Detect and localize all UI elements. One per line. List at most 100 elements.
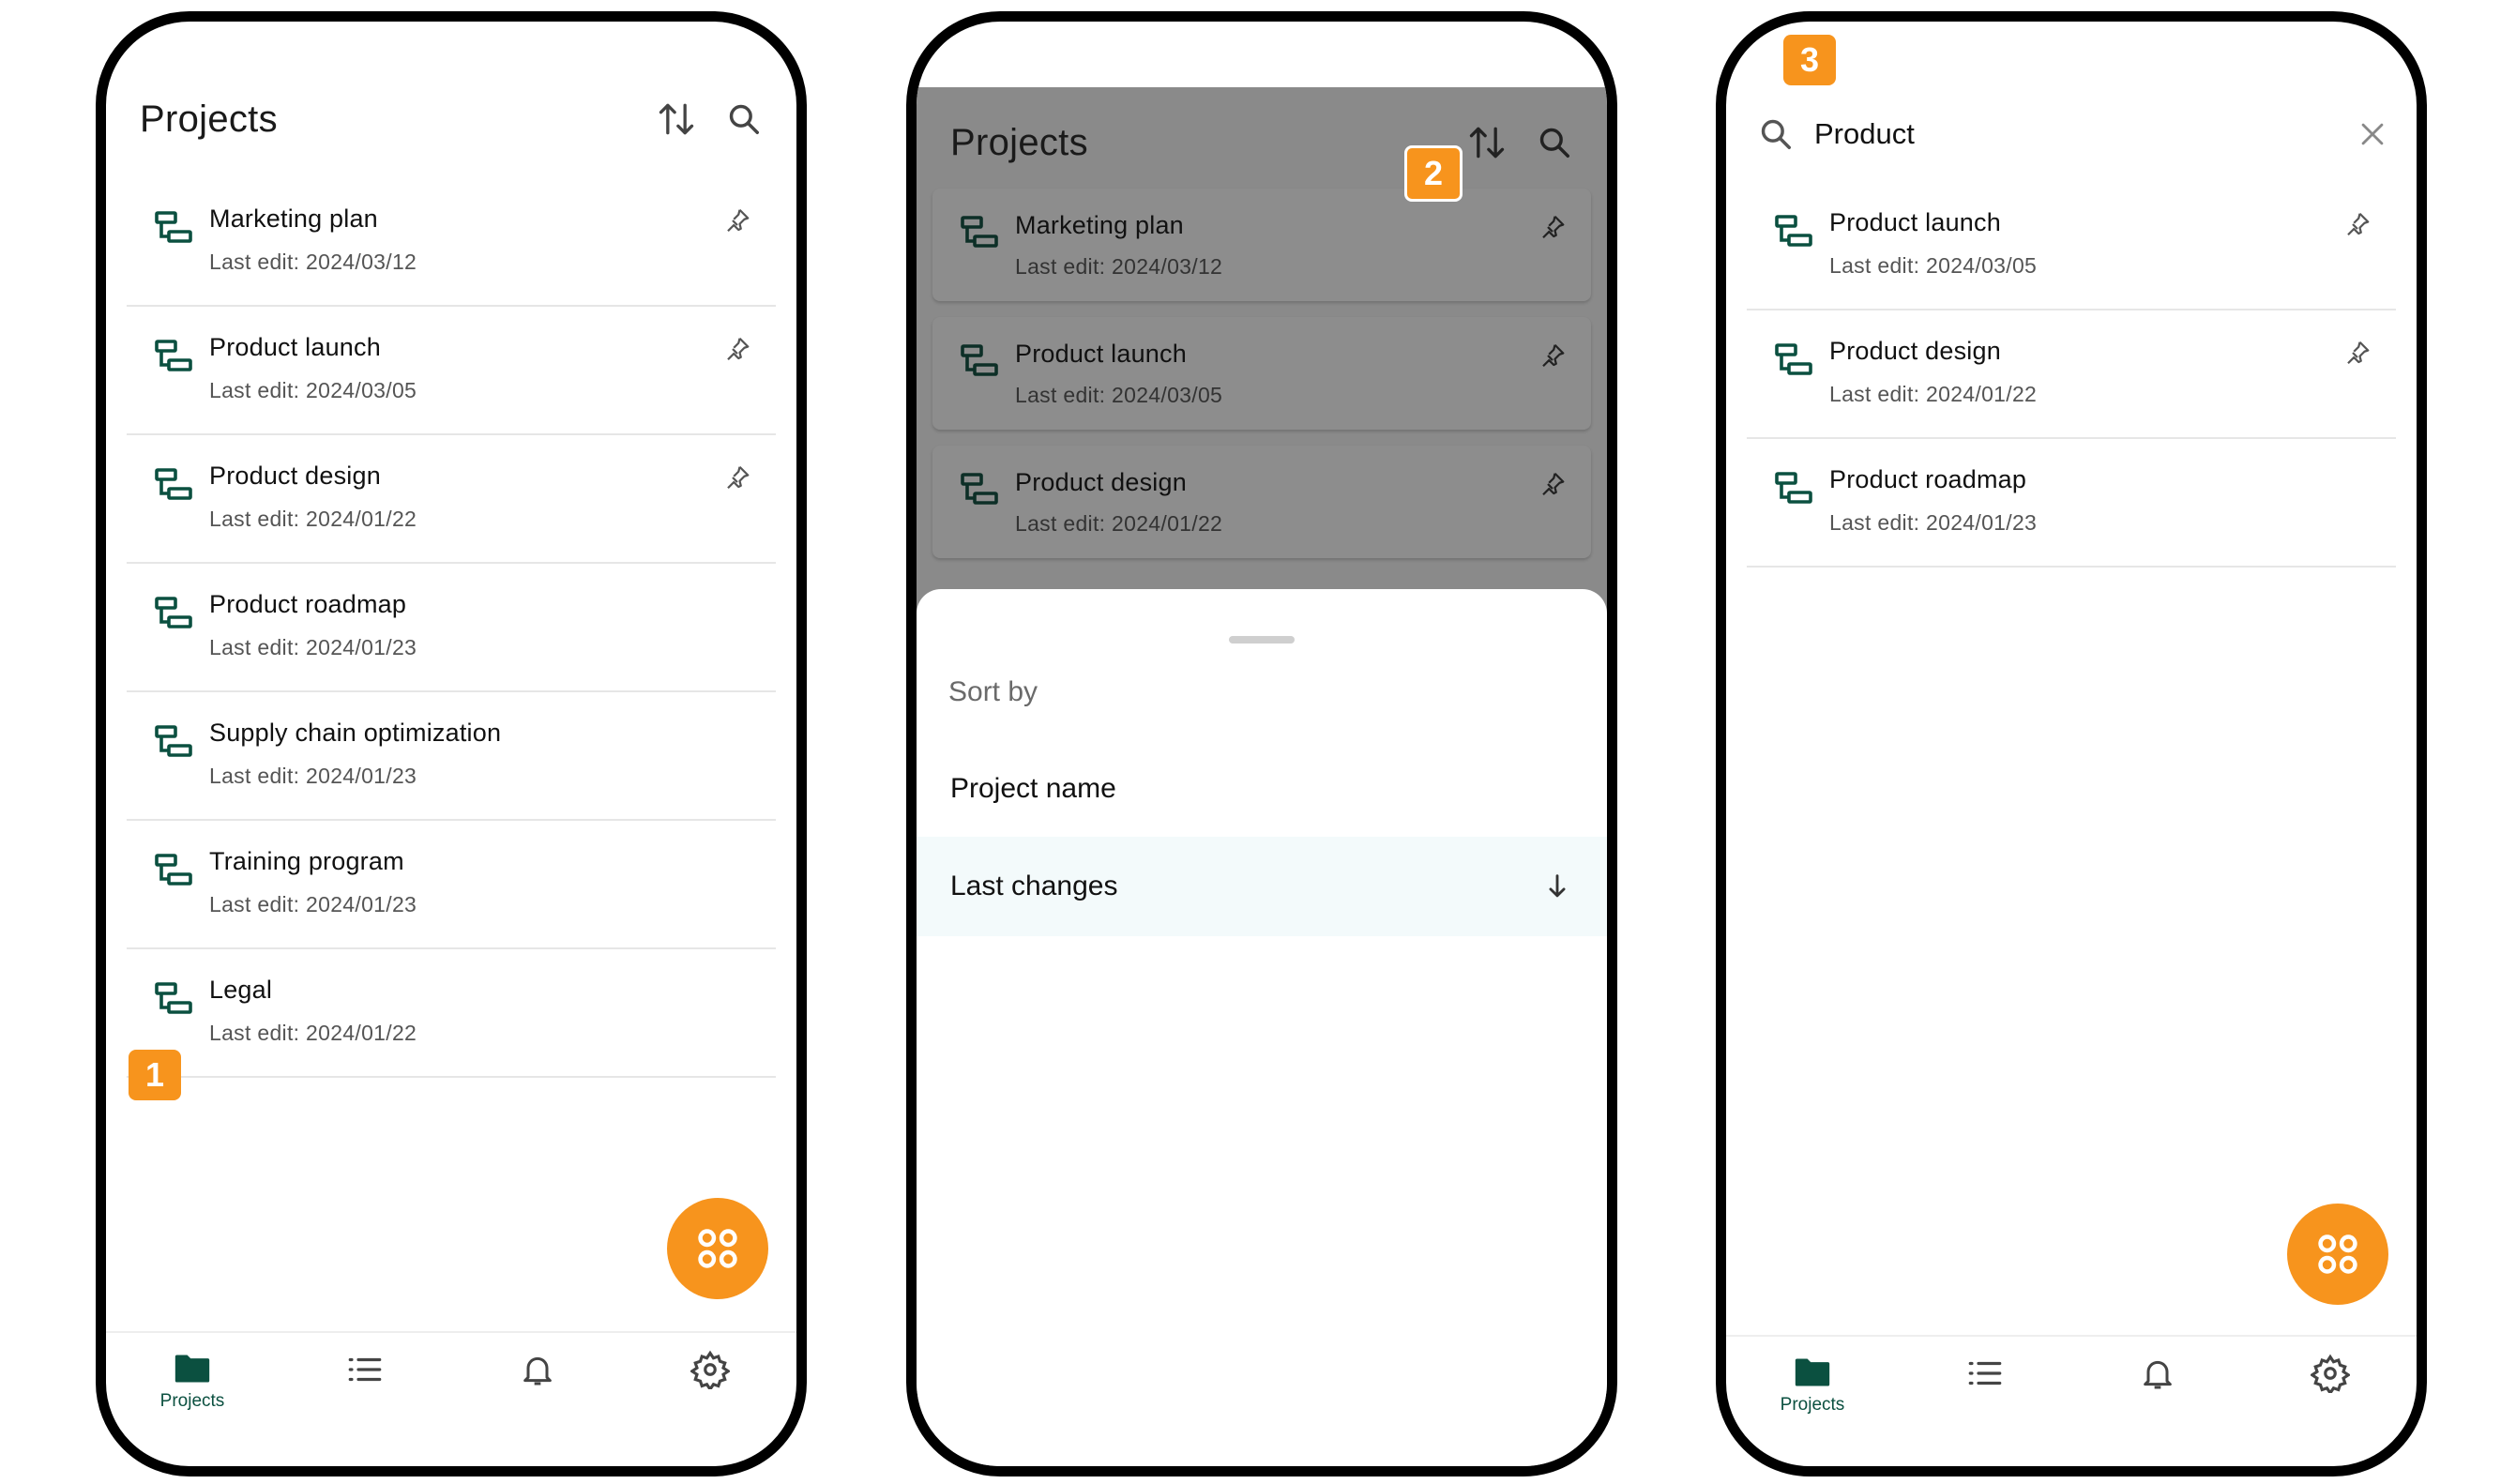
project-name: Marketing plan (1015, 211, 1184, 239)
app-header: Projects (917, 87, 1607, 198)
nav-item-projects[interactable]: Projects (1726, 1337, 1899, 1466)
project-icon (155, 597, 192, 628)
project-last-edit: Last edit: 2024/01/23 (209, 764, 417, 788)
project-name: Product design (1015, 468, 1187, 496)
project-last-edit: Last edit: 2024/03/05 (1015, 383, 1223, 407)
pin-icon[interactable] (1538, 341, 1567, 370)
project-icon (155, 468, 192, 500)
list-icon (348, 1357, 382, 1382)
project-name: Product launch (209, 333, 381, 361)
project-last-edit: Last edit: 2024/01/22 (209, 507, 417, 531)
list-item[interactable]: Product launch Last edit: 2024/03/05 (1747, 182, 2396, 310)
bottom-nav: Projects (1726, 1335, 2417, 1466)
sheet-title: Sort by (948, 676, 1038, 707)
list-item[interactable]: Marketing plan Last edit: 2024/03/12 (932, 189, 1591, 301)
step-badge-2: 2 (1404, 145, 1463, 202)
project-name: Supply chain optimization (209, 719, 502, 747)
project-name: Legal (209, 976, 273, 1004)
project-last-edit: Last edit: 2024/01/23 (209, 635, 417, 659)
page-title: Projects (140, 98, 278, 140)
page-title: Projects (950, 121, 1088, 163)
project-last-edit: Last edit: 2024/01/23 (1829, 510, 2038, 535)
close-icon[interactable] (2357, 118, 2388, 150)
pin-icon[interactable] (723, 335, 751, 363)
project-last-edit: Last edit: 2024/01/22 (209, 1021, 417, 1045)
nav-item-list[interactable] (1899, 1337, 2071, 1466)
list-item[interactable]: Product design Last edit: 2024/01/22 (127, 435, 776, 564)
sort-option-label: Project name (950, 773, 1116, 804)
project-name: Product launch (1015, 340, 1187, 368)
apps-fab-button[interactable] (667, 1198, 768, 1299)
list-item[interactable]: Product roadmap Last edit: 2024/01/23 (1747, 439, 2396, 568)
gear-icon (2311, 1354, 2350, 1393)
nav-item-settings[interactable] (2244, 1337, 2417, 1466)
project-icon (961, 216, 998, 248)
apps-fab-button[interactable] (2287, 1204, 2388, 1305)
project-icon (1775, 215, 1812, 247)
list-item[interactable]: Marketing plan Last edit: 2024/03/12 (127, 178, 776, 307)
bottom-nav: Projects (106, 1331, 796, 1466)
phone-projects-list: Projects Marketing plan Last edit: 2024/… (96, 11, 807, 1476)
pin-icon[interactable] (2343, 339, 2372, 367)
project-last-edit: Last edit: 2024/03/05 (1829, 253, 2038, 278)
app-header: Projects (106, 64, 796, 174)
nav-item-list[interactable] (279, 1333, 451, 1466)
nav-label-projects: Projects (159, 1391, 225, 1411)
search-bar (1726, 92, 2417, 176)
list-icon (1968, 1361, 2002, 1386)
search-icon[interactable] (720, 95, 768, 144)
project-last-edit: Last edit: 2024/03/12 (1015, 254, 1223, 279)
step-badge-3: 3 (1783, 35, 1836, 85)
project-list: Marketing plan Last edit: 2024/03/12 Pro… (127, 178, 776, 1078)
pin-icon[interactable] (1538, 213, 1567, 241)
apps-icon (2318, 1234, 2357, 1274)
project-last-edit: Last edit: 2024/01/23 (209, 892, 417, 916)
pin-icon[interactable] (723, 206, 751, 235)
project-icon (155, 211, 192, 243)
phone-search-results: Product launch Last edit: 2024/03/05 Pro… (1716, 11, 2427, 1476)
list-item[interactable]: Product design Last edit: 2024/01/22 (1747, 310, 2396, 439)
project-icon (1775, 343, 1812, 375)
search-input[interactable] (1814, 117, 2357, 151)
nav-item-notifications[interactable] (451, 1333, 624, 1466)
list-item[interactable]: Training program Last edit: 2024/01/23 (127, 821, 776, 949)
project-list: Marketing plan Last edit: 2024/03/12 Pro… (932, 189, 1591, 574)
nav-item-notifications[interactable] (2071, 1337, 2244, 1466)
project-name: Product design (1829, 337, 2001, 365)
project-icon (155, 725, 192, 757)
project-last-edit: Last edit: 2024/01/22 (1829, 382, 2038, 406)
sort-option-label: Last changes (950, 871, 1118, 901)
project-name: Marketing plan (209, 204, 378, 233)
list-item[interactable]: Product launch Last edit: 2024/03/05 (932, 317, 1591, 430)
arrow-down-icon (1549, 874, 1566, 898)
pin-icon[interactable] (1538, 470, 1567, 498)
phone-sort-sheet: Projects Marketing plan Last edit: 2024/… (906, 11, 1617, 1476)
step-badge-1: 1 (129, 1050, 181, 1100)
gear-icon (690, 1350, 730, 1389)
list-item[interactable]: Product launch Last edit: 2024/03/05 (127, 307, 776, 435)
search-icon (1761, 119, 1791, 149)
project-name: Product roadmap (1829, 465, 2027, 493)
list-item[interactable]: Legal Last edit: 2024/01/22 (127, 949, 776, 1078)
project-name: Product launch (1829, 208, 2001, 236)
nav-item-settings[interactable] (624, 1333, 796, 1466)
apps-icon (698, 1229, 737, 1268)
pin-icon[interactable] (723, 463, 751, 492)
project-icon (961, 473, 998, 505)
sort-icon[interactable] (1463, 118, 1511, 167)
folder-icon (174, 1355, 210, 1383)
pin-icon[interactable] (2343, 210, 2372, 238)
list-item[interactable]: Product roadmap Last edit: 2024/01/23 (127, 564, 776, 692)
bell-icon (523, 1356, 552, 1386)
search-icon[interactable] (1530, 118, 1579, 167)
sort-icon[interactable] (652, 95, 701, 144)
sort-option-last-changes[interactable]: Last changes (917, 837, 1607, 936)
sheet-drag-handle[interactable] (1229, 636, 1295, 644)
list-item[interactable]: Supply chain optimization Last edit: 202… (127, 692, 776, 821)
list-item[interactable]: Product design Last edit: 2024/01/22 (932, 446, 1591, 558)
project-name: Product design (209, 462, 381, 490)
project-name: Training program (209, 847, 404, 875)
nav-item-projects[interactable]: Projects (106, 1333, 279, 1466)
bell-icon (2144, 1360, 2172, 1389)
sort-option-project-name[interactable]: Project name (917, 739, 1607, 839)
